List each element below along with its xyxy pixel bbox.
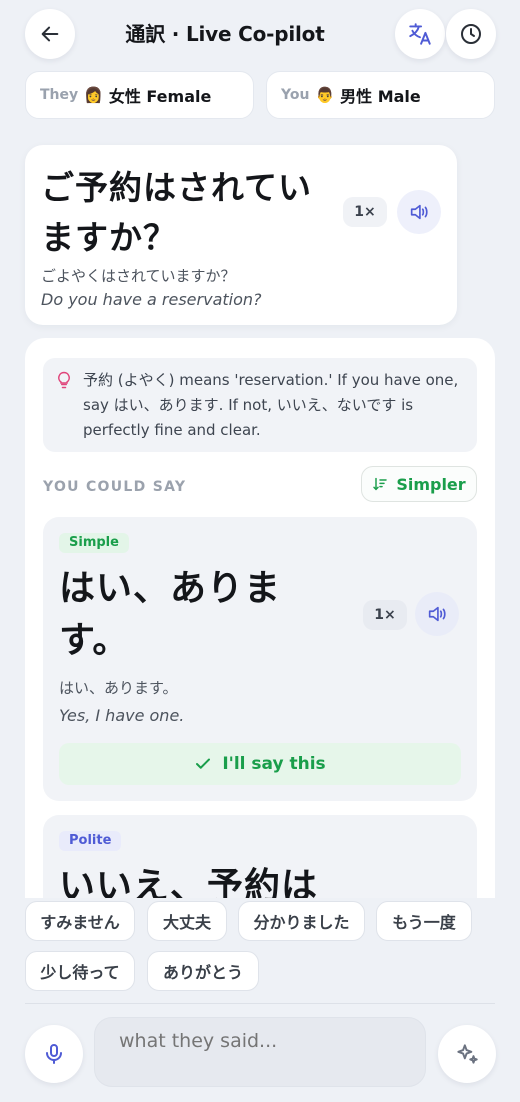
quick-phrase-chip[interactable]: もう一度 xyxy=(376,901,472,941)
suggestion-japanese: はい、ありま す。 xyxy=(59,568,282,661)
sparkle-icon xyxy=(457,1044,478,1064)
transcript-input[interactable] xyxy=(94,1017,426,1087)
speaker-role-label: You xyxy=(281,87,310,103)
quick-phrase-chip[interactable]: 大丈夫 xyxy=(147,901,227,941)
divider xyxy=(25,1003,495,1004)
tip-text: 予約 (よやく) means 'reservation.' If you hav… xyxy=(83,371,459,439)
heard-english: Do you have a reservation? xyxy=(41,290,262,309)
suggestion-tag: Polite xyxy=(59,831,122,851)
page-title: 通訳 · Live Co-pilot xyxy=(125,22,325,46)
speaker-icon xyxy=(410,204,428,220)
playback-speed-button[interactable]: 1× xyxy=(343,197,387,227)
simpler-label: Simpler xyxy=(396,474,466,494)
history-button[interactable] xyxy=(446,9,496,59)
speaker-them-label: 女性 Female xyxy=(108,87,212,106)
suggestion-card: Simple はい、ありま す。 はい、あります。 Yes, I have on… xyxy=(43,517,477,801)
male-emoji-icon: 👨 xyxy=(315,86,335,104)
translate-icon xyxy=(409,23,431,45)
quick-phrase-chip[interactable]: すみません xyxy=(25,901,135,941)
heard-japanese: ご予約はされてい ますか？ xyxy=(41,168,313,257)
suggestion-english: Yes, I have one. xyxy=(59,706,185,725)
back-button[interactable] xyxy=(25,9,75,59)
heard-utterance-card: ご予約はされてい ますか？ ごよやくはされていますか？ Do you have … xyxy=(25,145,457,325)
lightbulb-icon xyxy=(58,371,70,389)
playback-speed-button[interactable]: 1× xyxy=(363,600,407,630)
ill-say-this-label: I'll say this xyxy=(222,754,326,774)
suggestion-card: Polite いいえ、予約は xyxy=(43,815,477,898)
suggestion-kana: はい、あります。 xyxy=(59,679,178,697)
simpler-button[interactable]: Simpler xyxy=(361,466,477,502)
quick-phrase-chip[interactable]: 分かりました xyxy=(238,901,365,941)
quick-phrase-chip[interactable]: 少し待って xyxy=(25,951,135,991)
speaker-you-label: 男性 Male xyxy=(340,87,421,106)
microphone-button[interactable] xyxy=(25,1025,83,1083)
play-audio-button[interactable] xyxy=(415,592,459,636)
check-icon xyxy=(196,758,211,769)
back-arrow-icon xyxy=(41,26,59,42)
tip-box: 予約 (よやく) means 'reservation.' If you hav… xyxy=(43,358,477,452)
heard-kana: ごよやくはされていますか？ xyxy=(41,267,236,285)
quick-phrase-chip[interactable]: ありがとう xyxy=(147,951,259,991)
ill-say-this-button[interactable]: I'll say this xyxy=(59,743,461,785)
suggestion-tag: Simple xyxy=(59,533,129,553)
section-label: YOU COULD SAY xyxy=(43,479,187,495)
history-clock-icon xyxy=(461,24,481,44)
translate-button[interactable] xyxy=(395,9,445,59)
sort-down-icon xyxy=(373,477,388,491)
female-emoji-icon: 👩 xyxy=(84,86,103,104)
sparkle-button[interactable] xyxy=(438,1025,496,1083)
speaker-role-label: They xyxy=(40,87,79,103)
microphone-icon xyxy=(46,1044,62,1064)
speaker-you-pill[interactable]: You 👨 男性 Male xyxy=(266,71,495,119)
suggestion-japanese: いいえ、予約は xyxy=(59,866,319,898)
speaker-icon xyxy=(428,606,446,622)
play-audio-button[interactable] xyxy=(397,190,441,234)
suggestions-panel: 予約 (よやく) means 'reservation.' If you hav… xyxy=(25,338,495,898)
speaker-them-pill[interactable]: They 👩 女性 Female xyxy=(25,71,254,119)
